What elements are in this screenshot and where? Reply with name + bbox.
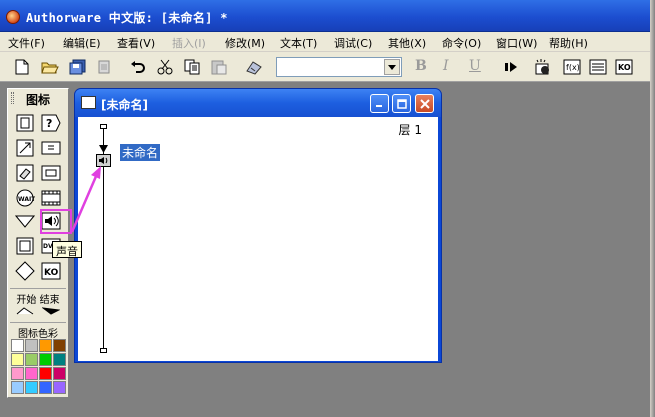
color-swatch[interactable] [53, 367, 66, 380]
undo-icon[interactable] [128, 57, 148, 77]
menu-view[interactable]: 查看(V) [117, 35, 155, 51]
close-button[interactable] [415, 94, 434, 113]
color-swatch[interactable] [53, 339, 66, 352]
flow-icon-label[interactable]: 未命名 [120, 144, 161, 161]
design-window-icon [81, 96, 96, 109]
design-window-title: [未命名] [101, 98, 148, 112]
color-swatch[interactable] [11, 339, 24, 352]
svg-text:KO: KO [44, 268, 59, 278]
design-window: [未命名] 层 1 未命名 [74, 88, 442, 363]
color-swatch[interactable] [39, 381, 52, 394]
toolbar: B I U f(x) KO [0, 52, 655, 82]
palette-title: 图标 [26, 93, 51, 107]
menu-command[interactable]: 命令(O) [442, 35, 481, 51]
underline-button[interactable]: U [469, 58, 481, 74]
svg-text:KO: KO [618, 63, 631, 72]
color-swatch[interactable] [11, 353, 24, 366]
menu-insert[interactable]: 插入(I) [172, 35, 206, 51]
color-swatch[interactable] [39, 367, 52, 380]
flowline-start-cap [100, 124, 107, 129]
icon-colors-label: 图标色彩 [18, 329, 58, 340]
start-flag-icon[interactable] [14, 304, 36, 318]
find-icon[interactable] [244, 57, 264, 77]
motion-icon[interactable] [14, 138, 36, 158]
color-swatch[interactable] [25, 381, 38, 394]
import-icon[interactable] [94, 57, 114, 77]
color-swatch[interactable] [25, 367, 38, 380]
functions-icon[interactable]: f(x) [562, 57, 582, 77]
new-file-icon[interactable] [12, 57, 32, 77]
menu-modify[interactable]: 修改(M) [225, 35, 265, 51]
flowchart-canvas[interactable]: 层 1 未命名 [78, 117, 438, 361]
paste-icon[interactable] [209, 57, 229, 77]
app-titlebar[interactable]: Authorware 中文版: [未命名] * [0, 0, 655, 32]
display-icon[interactable] [14, 113, 36, 133]
window-right-edge [650, 0, 655, 417]
menu-debug[interactable]: 调试(C) [334, 35, 372, 51]
palette-titlebar[interactable]: 图标 [8, 89, 68, 107]
digital-movie-icon[interactable] [40, 188, 62, 208]
svg-text:f(x): f(x) [566, 63, 580, 72]
open-file-icon[interactable] [40, 57, 60, 77]
cut-icon[interactable] [155, 57, 175, 77]
menu-window[interactable]: 窗口(W) [496, 35, 537, 51]
copy-icon[interactable] [182, 57, 202, 77]
erase-icon[interactable] [14, 163, 36, 183]
menu-help[interactable]: 帮助(H) [549, 35, 588, 51]
design-window-titlebar[interactable]: [未命名] [75, 89, 441, 117]
knowledge-objects-icon[interactable]: KO [614, 57, 634, 77]
italic-button[interactable]: I [443, 58, 449, 74]
color-swatch[interactable] [53, 381, 66, 394]
wait-icon[interactable]: WAIT [14, 188, 36, 208]
color-swatch[interactable] [39, 339, 52, 352]
interaction-icon[interactable]: ? [40, 113, 62, 133]
variables-icon[interactable] [588, 57, 608, 77]
authorware-app-icon[interactable] [6, 10, 20, 24]
level-label: 层 1 [398, 123, 422, 137]
end-flag-icon[interactable] [40, 304, 62, 318]
calculation-icon[interactable] [40, 138, 62, 158]
control-panel-icon[interactable] [533, 57, 553, 77]
chevron-down-icon[interactable] [384, 59, 400, 75]
decision-icon[interactable] [14, 261, 36, 281]
icon-color-swatches [11, 339, 67, 395]
menu-file[interactable]: 文件(F) [8, 35, 45, 51]
bold-button[interactable]: B [415, 58, 427, 74]
color-swatch[interactable] [25, 353, 38, 366]
sound-icon-highlight [40, 209, 72, 234]
font-select[interactable] [276, 57, 402, 77]
menu-bar: 文件(F) 编辑(E) 查看(V) 插入(I) 修改(M) 文本(T) 调试(C… [0, 32, 655, 52]
menu-text[interactable]: 文本(T) [280, 35, 317, 51]
maximize-button[interactable] [392, 94, 411, 113]
color-swatch[interactable] [11, 367, 24, 380]
framework-icon[interactable] [14, 236, 36, 256]
paste-hand-pointer-icon [99, 145, 108, 153]
menu-edit[interactable]: 编辑(E) [63, 35, 101, 51]
color-swatch[interactable] [11, 381, 24, 394]
svg-text:WAIT: WAIT [18, 196, 35, 203]
menu-other[interactable]: 其他(X) [388, 35, 426, 51]
app-title: Authorware 中文版: [未命名] * [26, 11, 228, 25]
svg-text:?: ? [46, 117, 52, 130]
color-swatch[interactable] [25, 339, 38, 352]
run-icon[interactable] [501, 57, 521, 77]
sound-flow-icon[interactable] [96, 154, 111, 167]
minimize-button[interactable] [370, 94, 389, 113]
map-icon[interactable] [40, 163, 62, 183]
grip-handle-icon[interactable] [11, 92, 14, 104]
save-all-icon[interactable] [68, 57, 88, 77]
knowledge-object-icon[interactable]: KO [40, 261, 62, 281]
palette-divider [10, 288, 66, 289]
sound-icon-tooltip: 声音 [52, 241, 82, 258]
navigate-icon[interactable] [14, 211, 36, 231]
flowline-end-cap [100, 348, 107, 353]
palette-divider [10, 322, 66, 323]
color-swatch[interactable] [39, 353, 52, 366]
color-swatch[interactable] [53, 353, 66, 366]
